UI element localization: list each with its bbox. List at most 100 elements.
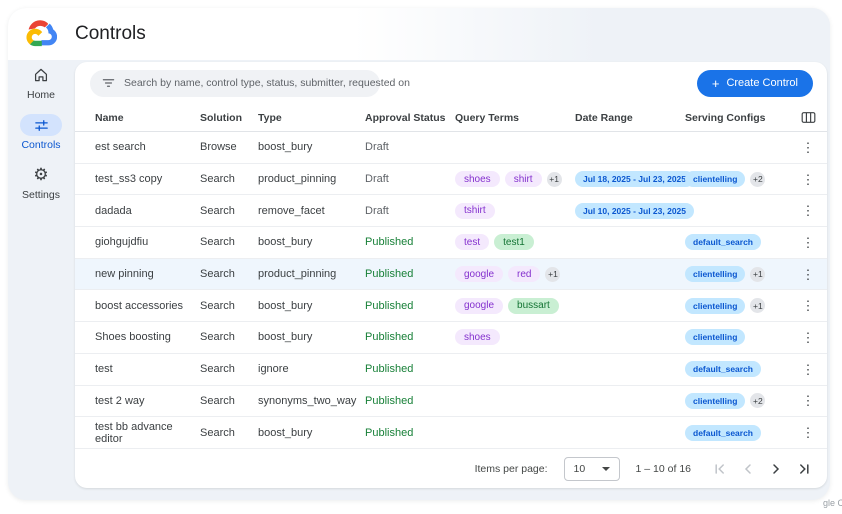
query-term-chip: shoes xyxy=(455,171,500,187)
row-actions-button[interactable]: ⋮ xyxy=(798,297,819,314)
row-actions-button[interactable]: ⋮ xyxy=(798,329,819,346)
table-row[interactable]: test bb advance editorSearchboost_buryPu… xyxy=(75,417,827,449)
create-control-label: Create Control xyxy=(726,77,798,89)
cell-approval-status: Published xyxy=(365,331,455,343)
last-page-button[interactable] xyxy=(797,462,811,476)
table-header: Name Solution Type Approval Status Query… xyxy=(75,104,827,132)
first-page-button[interactable] xyxy=(713,462,727,476)
cell-approval-status: Draft xyxy=(365,173,455,185)
cell-query-terms: tshirt xyxy=(455,203,575,219)
cell-solution: Search xyxy=(200,268,258,280)
serving-config-chip: clientelling xyxy=(685,329,745,345)
cell-serving-configs: clientelling xyxy=(685,329,797,345)
cell-approval-status: Draft xyxy=(365,205,455,217)
cell-name: test 2 way xyxy=(95,395,200,407)
cell-type: boost_bury xyxy=(258,331,365,343)
query-term-chip: google xyxy=(455,298,503,314)
more-configs-badge: +1 xyxy=(750,267,765,282)
row-actions-button[interactable]: ⋮ xyxy=(798,424,819,441)
table-row[interactable]: new pinningSearchproduct_pinningPublishe… xyxy=(75,259,827,291)
cell-approval-status: Published xyxy=(365,427,455,439)
watermark-text: gle C xyxy=(823,498,842,508)
table-body: est searchBrowseboost_buryDraft⋮test_ss3… xyxy=(75,132,827,449)
query-term-chip: google xyxy=(455,266,503,282)
cell-solution: Browse xyxy=(200,141,258,153)
serving-config-chip: clientelling xyxy=(685,298,745,314)
column-header-query-terms: Query Terms xyxy=(455,112,575,124)
cell-serving-configs: clientelling +1 xyxy=(685,298,797,314)
query-term-chip: shoes xyxy=(455,329,500,345)
filter-icon xyxy=(102,77,115,89)
cell-name: test bb advance editor xyxy=(95,421,200,445)
cell-approval-status: Published xyxy=(365,363,455,375)
query-term-chip: test1 xyxy=(494,234,534,250)
search-input[interactable]: Search by name, control type, status, su… xyxy=(90,70,380,97)
cell-solution: Search xyxy=(200,236,258,248)
table-row[interactable]: giohgujdfiuSearchboost_buryPublishedtest… xyxy=(75,227,827,259)
more-configs-badge: +1 xyxy=(750,298,765,313)
cell-serving-configs: default_search xyxy=(685,425,797,441)
previous-page-button[interactable] xyxy=(741,462,755,476)
cell-query-terms: googlebussart xyxy=(455,298,575,314)
cell-name: est search xyxy=(95,141,200,153)
row-actions-button[interactable]: ⋮ xyxy=(798,266,819,283)
cell-solution: Search xyxy=(200,395,258,407)
cell-solution: Search xyxy=(200,173,258,185)
sidebar-item-home[interactable]: Home xyxy=(27,64,55,101)
cell-type: product_pinning xyxy=(258,268,365,280)
sidebar-item-settings[interactable]: ⚙ Settings xyxy=(22,164,60,201)
column-header-serving-configs: Serving Configs xyxy=(685,112,797,124)
cell-date-range: Jul 18, 2025 - Jul 23, 2025 xyxy=(575,171,685,187)
cell-type: boost_bury xyxy=(258,300,365,312)
row-actions-button[interactable]: ⋮ xyxy=(798,202,819,219)
cell-approval-status: Published xyxy=(365,395,455,407)
cell-serving-configs: clientelling+1 xyxy=(685,266,797,282)
cell-query-terms: shoesshirt+1 xyxy=(455,171,575,187)
app-container: Controls Home xyxy=(8,8,830,500)
table-row[interactable]: testSearchignorePublisheddefault_search⋮ xyxy=(75,354,827,386)
content-card: Search by name, control type, status, su… xyxy=(75,62,827,488)
row-actions-button[interactable]: ⋮ xyxy=(798,171,819,188)
cell-solution: Search xyxy=(200,300,258,312)
cell-query-terms: test test1 xyxy=(455,234,575,250)
pagination: Items per page: 10 1 – 10 of 16 xyxy=(75,450,827,488)
cell-type: boost_bury xyxy=(258,427,365,439)
items-per-page-select[interactable]: 10 xyxy=(564,457,620,481)
chevron-down-icon xyxy=(602,467,610,471)
column-header-approval-status: Approval Status xyxy=(365,112,455,124)
cell-serving-configs: clientelling+2 xyxy=(685,171,797,187)
more-terms-badge: +1 xyxy=(545,267,560,282)
column-settings-icon[interactable] xyxy=(801,111,816,124)
page-title: Controls xyxy=(75,23,146,45)
table-row[interactable]: Shoes boostingSearchboost_buryPublisheds… xyxy=(75,322,827,354)
tune-icon xyxy=(34,114,49,136)
row-actions-button[interactable]: ⋮ xyxy=(798,392,819,409)
query-term-chip: test xyxy=(455,234,489,250)
items-per-page-label: Items per page: xyxy=(475,463,548,475)
query-term-chip: red xyxy=(508,266,540,282)
cell-date-range: Jul 10, 2025 - Jul 23, 2025 xyxy=(575,203,685,219)
column-header-solution: Solution xyxy=(200,112,258,124)
date-range-chip: Jul 10, 2025 - Jul 23, 2025 xyxy=(575,203,694,219)
next-page-button[interactable] xyxy=(769,462,783,476)
table-row[interactable]: test_ss3 copySearchproduct_pinningDrafts… xyxy=(75,164,827,196)
cell-approval-status: Published xyxy=(365,236,455,248)
row-actions-button[interactable]: ⋮ xyxy=(798,234,819,251)
items-per-page-value: 10 xyxy=(574,463,586,475)
create-control-button[interactable]: + Create Control xyxy=(697,70,813,97)
cell-query-terms: shoes xyxy=(455,329,575,345)
row-actions-button[interactable]: ⋮ xyxy=(798,361,819,378)
table-row[interactable]: dadadaSearchremove_facetDrafttshirtJul 1… xyxy=(75,195,827,227)
cell-solution: Search xyxy=(200,427,258,439)
table-row[interactable]: test 2 waySearchsynonyms_two_wayPublishe… xyxy=(75,386,827,418)
table-row[interactable]: est searchBrowseboost_buryDraft⋮ xyxy=(75,132,827,164)
sidebar-item-controls[interactable]: Controls xyxy=(20,114,62,151)
home-icon xyxy=(32,64,50,86)
search-placeholder: Search by name, control type, status, su… xyxy=(124,77,410,89)
cell-solution: Search xyxy=(200,205,258,217)
cell-name: giohgujdfiu xyxy=(95,236,200,248)
table-row[interactable]: boost accessoriesSearchboost_buryPublish… xyxy=(75,290,827,322)
pagination-nav xyxy=(713,462,811,476)
cell-name: test_ss3 copy xyxy=(95,173,200,185)
row-actions-button[interactable]: ⋮ xyxy=(798,139,819,156)
